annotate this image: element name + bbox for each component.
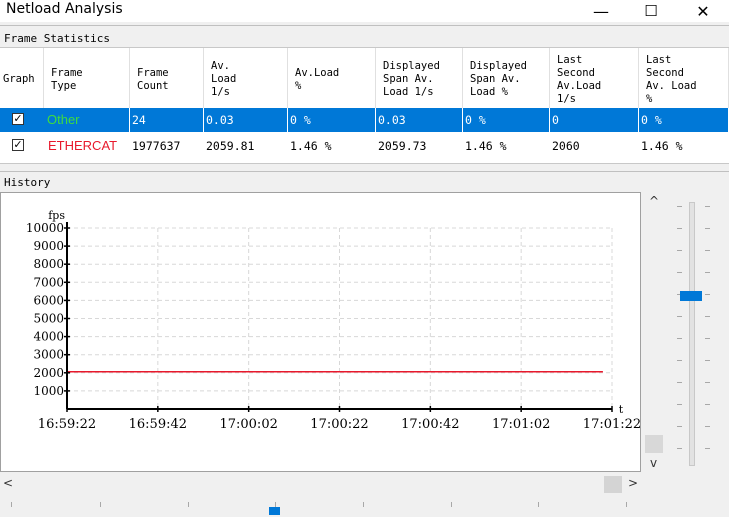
- cell-span-pct: 1.46 %: [465, 139, 507, 153]
- slider-tick: [538, 502, 539, 507]
- y-tick-label: 7000: [33, 275, 64, 289]
- history-plot-panel[interactable]: 1000 2000 3000 4000 5000 6000 7000 8000 9000 1000…: [0, 192, 641, 472]
- slider-tick: [705, 382, 710, 383]
- vertical-scroll-up-icon[interactable]: ^: [649, 194, 659, 208]
- slider-tick: [705, 426, 710, 427]
- slider-tick: [677, 316, 682, 317]
- cell-span-load: 0.03: [376, 108, 463, 132]
- x-tick-label: 17:00:22: [310, 417, 368, 432]
- title-divider: [0, 25, 729, 26]
- table-row[interactable]: ✓ ETHERCAT 1977637 2059.81 1.46 % 2059.73 1.46…: [0, 134, 729, 158]
- zoom-slider-track[interactable]: [689, 202, 695, 466]
- graph-checkbox[interactable]: ✓: [12, 113, 24, 125]
- column-header-last-second-av-load[interactable]: Last Second Av.Load 1/s: [550, 48, 639, 108]
- slider-tick: [677, 250, 682, 251]
- slider-tick: [705, 272, 710, 273]
- slider-tick: [677, 272, 682, 273]
- column-header-frame-count[interactable]: Frame Count: [130, 48, 204, 108]
- y-tick-label: 4000: [33, 330, 64, 344]
- x-tick-label: 17:01:02: [492, 417, 550, 432]
- table-row[interactable]: ✓ Other 24 0.03 0 % 0.03 0 % 0 0 %: [0, 108, 729, 132]
- slider-tick: [705, 404, 710, 405]
- y-tick-label: 3000: [33, 348, 64, 362]
- slider-tick: [705, 250, 710, 251]
- horizontal-scroll-thumb[interactable]: [604, 476, 622, 493]
- slider-tick: [677, 206, 682, 207]
- minimize-button[interactable]: —: [578, 0, 624, 22]
- slider-tick: [705, 360, 710, 361]
- vertical-scroll-thumb[interactable]: [645, 435, 663, 453]
- y-axis-label: fps: [48, 209, 65, 222]
- cell-type: ETHERCAT: [48, 138, 118, 153]
- frame-statistics-label: Frame Statistics: [4, 32, 110, 45]
- zoom-slider-thumb[interactable]: [680, 291, 702, 301]
- y-tick-label: 5000: [33, 312, 64, 326]
- y-tick-label: 9000: [33, 239, 64, 253]
- cell-av-pct: 1.46 %: [290, 139, 332, 153]
- column-header-av-load[interactable]: Av. Load 1/s: [204, 48, 288, 108]
- cell-last-pct: 0 %: [639, 108, 729, 132]
- y-tick-label: 1000: [33, 384, 64, 398]
- column-header-av-load-pct[interactable]: Av.Load %: [288, 48, 376, 108]
- frame-statistics-table[interactable]: Graph Frame Type Frame Count Av. Load 1/s Av…: [0, 47, 729, 164]
- cell-span-load: 2059.73: [378, 139, 427, 153]
- x-tick-label: 16:59:42: [129, 417, 187, 432]
- cell-av-load: 2059.81: [206, 139, 255, 153]
- column-header-last-second-av-load-pct[interactable]: Last Second Av. Load %: [639, 48, 729, 108]
- column-header-frame-type[interactable]: Frame Type: [44, 48, 130, 108]
- cell-count: 1977637: [132, 139, 181, 153]
- slider-tick: [626, 502, 627, 507]
- history-chart: 1000 2000 3000 4000 5000 6000 7000 8000 9000 1000…: [26, 209, 640, 432]
- y-tick-label: 6000: [33, 293, 64, 307]
- column-header-span-av-load[interactable]: Displayed Span Av. Load 1/s: [376, 48, 463, 108]
- y-tick-label: 8000: [33, 257, 64, 271]
- slider-tick: [677, 228, 682, 229]
- slider-tick: [677, 360, 682, 361]
- slider-tick: [677, 426, 682, 427]
- slider-tick: [188, 502, 189, 507]
- horizontal-scroll-left-icon[interactable]: <: [3, 476, 13, 490]
- x-tick-label: 17:01:22: [583, 417, 640, 432]
- x-axis-label: t: [619, 403, 624, 416]
- window-title: Netload Analysis: [6, 1, 123, 17]
- cell-last-pct: 1.46 %: [641, 139, 683, 153]
- history-label: History: [4, 176, 51, 189]
- column-header-span-av-load-pct[interactable]: Displayed Span Av. Load %: [463, 48, 550, 108]
- cell-av-load: 0.03: [204, 108, 288, 132]
- cell-count: 24: [130, 108, 204, 132]
- slider-tick: [705, 294, 710, 295]
- slider-tick: [677, 404, 682, 405]
- slider-tick: [451, 502, 452, 507]
- cell-last-load: 0: [550, 108, 639, 132]
- maximize-button[interactable]: ☐: [628, 0, 674, 22]
- time-slider-thumb[interactable]: [269, 507, 280, 515]
- slider-tick: [705, 448, 710, 449]
- graph-checkbox[interactable]: ✓: [12, 139, 24, 151]
- slider-tick: [363, 502, 364, 507]
- slider-tick: [100, 502, 101, 507]
- x-tick-label: 17:00:02: [219, 417, 277, 432]
- vertical-scroll-down-icon[interactable]: v: [650, 456, 657, 470]
- cell-last-load: 2060: [552, 139, 580, 153]
- x-tick-label: 17:00:42: [401, 417, 459, 432]
- slider-tick: [705, 316, 710, 317]
- slider-tick: [677, 382, 682, 383]
- history-divider: [0, 171, 729, 172]
- title-bar: Netload Analysis — ☐ ✕: [0, 0, 729, 22]
- horizontal-scroll-right-icon[interactable]: >: [628, 476, 638, 490]
- column-header-graph[interactable]: Graph: [0, 48, 44, 108]
- y-tick-label: 10000: [26, 221, 64, 235]
- slider-tick: [11, 502, 12, 507]
- slider-tick: [705, 228, 710, 229]
- cell-av-pct: 0 %: [288, 108, 376, 132]
- y-tick-label: 2000: [33, 366, 64, 380]
- x-tick-label: 16:59:22: [38, 417, 96, 432]
- slider-tick: [677, 338, 682, 339]
- close-button[interactable]: ✕: [680, 0, 726, 22]
- slider-tick: [705, 338, 710, 339]
- cell-span-pct: 0 %: [463, 108, 550, 132]
- slider-tick: [677, 448, 682, 449]
- slider-tick: [705, 206, 710, 207]
- cell-type: Other: [44, 108, 130, 132]
